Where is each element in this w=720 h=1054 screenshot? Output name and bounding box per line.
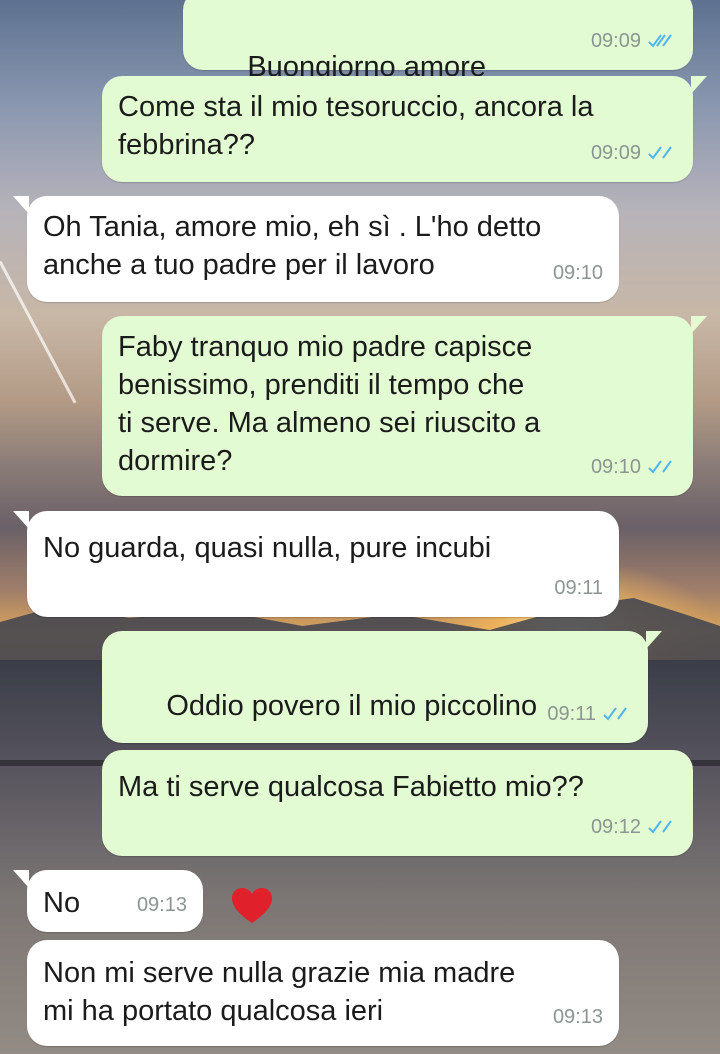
message-bubble-outgoing[interactable]: Ma ti serve qualcosa Fabietto mio?? 09:1… [102,750,693,856]
message-meta: 09:13 [137,886,187,924]
message-meta: 09:09 [591,22,677,60]
message-meta: 09:09 [591,134,677,172]
double-check-icon [648,146,672,160]
message-list[interactable]: Buongiorno amore 09:09 Come sta il mio t… [0,0,720,1054]
message-time: 09:09 [590,142,641,164]
message-time: 09:13 [136,894,187,916]
double-check-icon [603,707,627,721]
message-text: Ma ti serve qualcosa Fabietto mio?? [118,771,584,803]
message-text: No guarda, quasi nulla, pure incubi [43,532,492,564]
double-check-icon [648,820,672,834]
message-meta: 09:11 [554,569,603,607]
double-check-icon [648,460,672,474]
message-text: Oh Tania, amore mio, eh sì . L'ho detto … [43,211,542,281]
message-meta: 09:13 [553,998,603,1036]
message-meta: 09:10 [553,254,603,292]
message-bubble-outgoing[interactable]: Come sta il mio tesoruccio, ancora la fe… [102,76,707,182]
message-bubble-incoming[interactable]: No guarda, quasi nulla, pure incubi 09:1… [13,511,619,617]
double-check-icon [648,34,672,48]
message-bubble-incoming[interactable]: Oh Tania, amore mio, eh sì . L'ho detto … [13,196,619,302]
message-time: 09:10 [590,456,641,478]
message-time: 09:09 [590,30,641,52]
message-text: Non mi serve nulla grazie mia madre mi h… [43,957,516,1027]
message-time: 09:12 [590,816,641,838]
message-meta: 09:11 [547,695,632,733]
message-bubble-incoming[interactable]: Non mi serve nulla grazie mia madre mi h… [27,940,619,1046]
message-time: 09:13 [552,1006,603,1028]
message-bubble-incoming[interactable]: No 09:13 [13,870,203,932]
message-bubble-outgoing[interactable]: Faby tranquo mio padre capisce benissimo… [102,316,707,496]
message-text: Oddio povero il mio piccolino [166,690,538,722]
message-time: 09:11 [547,703,596,725]
message-time: 09:10 [552,262,603,284]
message-meta: 09:10 [591,448,677,486]
message-meta: 09:12 [591,808,677,846]
message-bubble-outgoing[interactable]: Buongiorno amore 09:09 [183,0,693,280]
message-time: 09:11 [554,577,603,599]
message-bubble-outgoing[interactable]: Oddio povero il mio piccolino 09:11 [102,631,662,923]
